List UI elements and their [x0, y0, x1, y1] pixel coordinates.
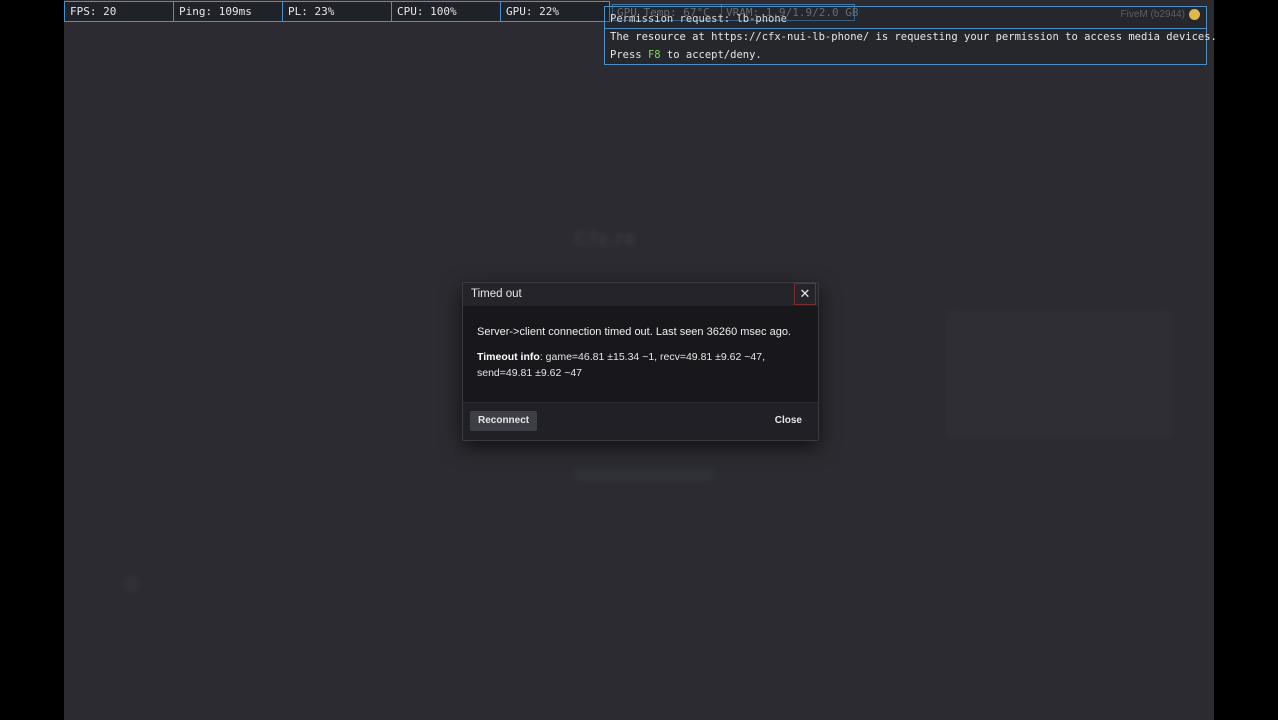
background-panel-faded: [944, 310, 1174, 440]
permission-title: Permission request: lb-phone: [610, 13, 788, 25]
timeout-dialog: Timed out ✕ Server->client connection ti…: [462, 282, 819, 441]
cfx-logo-faded: Cfx.re: [574, 228, 637, 250]
permission-instruction: Press F8 to accept/deny.: [610, 49, 762, 61]
permission-key: F8: [647, 49, 661, 61]
close-icon[interactable]: ✕: [794, 283, 816, 305]
timeout-info-label: Timeout info: [477, 351, 540, 363]
perf-ping: Ping: 109ms: [173, 1, 283, 22]
timeout-info: Timeout info: game=46.81 ±15.34 ~1, recv…: [477, 349, 797, 381]
fivem-icon: [1189, 9, 1200, 20]
permission-message: The resource at https://cfx-nui-lb-phone…: [610, 31, 1217, 43]
permission-request-box: Permission request: lb-phone The resourc…: [604, 6, 1217, 65]
perf-fps: FPS: 20: [64, 1, 174, 22]
dialog-footer: Reconnect Close: [463, 402, 818, 440]
dialog-title: Timed out: [471, 288, 522, 300]
perf-packet-loss: PL: 23%: [282, 1, 392, 22]
permission-instruction-prefix: Press: [610, 49, 648, 61]
dialog-header: Timed out ✕: [463, 283, 818, 307]
reconnect-button[interactable]: Reconnect: [470, 411, 538, 431]
close-button[interactable]: Close: [775, 411, 802, 431]
background-dot-faded: [122, 575, 140, 593]
perf-cpu: CPU: 100%: [391, 1, 501, 22]
timeout-message: Server->client connection timed out. Las…: [477, 326, 791, 338]
permission-divider: [605, 28, 1206, 29]
background-link-faded: [574, 468, 714, 482]
permission-instruction-suffix: to accept/deny.: [660, 49, 762, 61]
build-tag: FiveM (b2944): [1121, 9, 1200, 20]
dialog-body: Server->client connection timed out. Las…: [463, 307, 818, 403]
build-label: FiveM (b2944): [1120, 9, 1185, 20]
perf-overlay: FPS: 20 Ping: 109ms PL: 23% CPU: 100% GP…: [64, 1, 610, 22]
perf-gpu: GPU: 22%: [500, 1, 610, 22]
screen: Cfx.re FPS: 20 Ping: 109ms PL: 23% CPU: …: [0, 0, 1278, 720]
